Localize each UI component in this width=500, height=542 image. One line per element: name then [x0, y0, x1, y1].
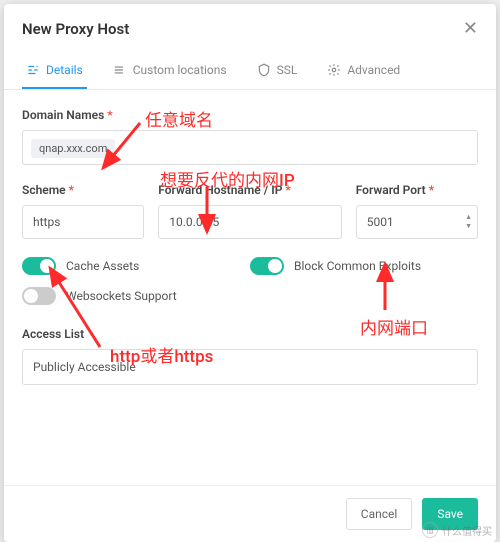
sliders-icon — [26, 63, 40, 77]
block-exploits-label: Block Common Exploits — [294, 259, 421, 273]
access-list-label: Access List — [22, 327, 478, 341]
tab-custom-label: Custom locations — [133, 63, 227, 77]
websockets-toggle[interactable] — [22, 287, 56, 305]
modal-header: New Proxy Host ✕ — [4, 4, 496, 53]
tab-ssl[interactable]: SSL — [253, 53, 302, 89]
cache-assets-label: Cache Assets — [66, 259, 139, 273]
gear-icon — [327, 63, 341, 77]
domain-names-label: Domain Names * — [22, 108, 478, 122]
layers-icon — [113, 63, 127, 77]
close-icon: ✕ — [463, 18, 478, 39]
scheme-select[interactable] — [22, 205, 144, 239]
port-label: Forward Port * — [356, 183, 478, 197]
tab-custom-locations[interactable]: Custom locations — [109, 53, 231, 89]
domain-names-input[interactable]: qnap.xxx.com — [22, 130, 478, 165]
hostname-input[interactable] — [158, 205, 341, 239]
websockets-label: Websockets Support — [66, 289, 177, 303]
tab-bar: Details Custom locations SSL Advanced — [4, 53, 496, 90]
tab-details[interactable]: Details — [22, 53, 87, 89]
modal-title: New Proxy Host — [22, 20, 129, 38]
tab-ssl-label: SSL — [277, 63, 298, 77]
watermark-icon: 值 — [422, 522, 438, 538]
watermark: 值 什么值得买 — [422, 522, 492, 538]
scheme-label: Scheme * — [22, 183, 144, 197]
access-list-select[interactable]: Publicly Accessible — [22, 349, 478, 385]
tab-advanced-label: Advanced — [347, 63, 400, 77]
cache-assets-toggle[interactable] — [22, 257, 56, 275]
tab-details-label: Details — [46, 63, 83, 77]
port-input[interactable] — [356, 205, 478, 239]
close-button[interactable]: ✕ — [463, 18, 478, 39]
tab-advanced[interactable]: Advanced — [323, 53, 404, 89]
hostname-label: Forward Hostname / IP * — [158, 183, 341, 197]
shield-icon — [257, 63, 271, 77]
proxy-host-modal: New Proxy Host ✕ Details Custom location… — [4, 4, 496, 542]
watermark-text: 什么值得买 — [442, 523, 492, 538]
number-spinner[interactable]: ▲▼ — [465, 214, 472, 230]
block-exploits-toggle[interactable] — [250, 257, 284, 275]
domain-chip[interactable]: qnap.xxx.com — [31, 139, 115, 158]
form-body: Domain Names * qnap.xxx.com Scheme * For… — [4, 90, 496, 485]
cancel-button[interactable]: Cancel — [346, 498, 413, 530]
